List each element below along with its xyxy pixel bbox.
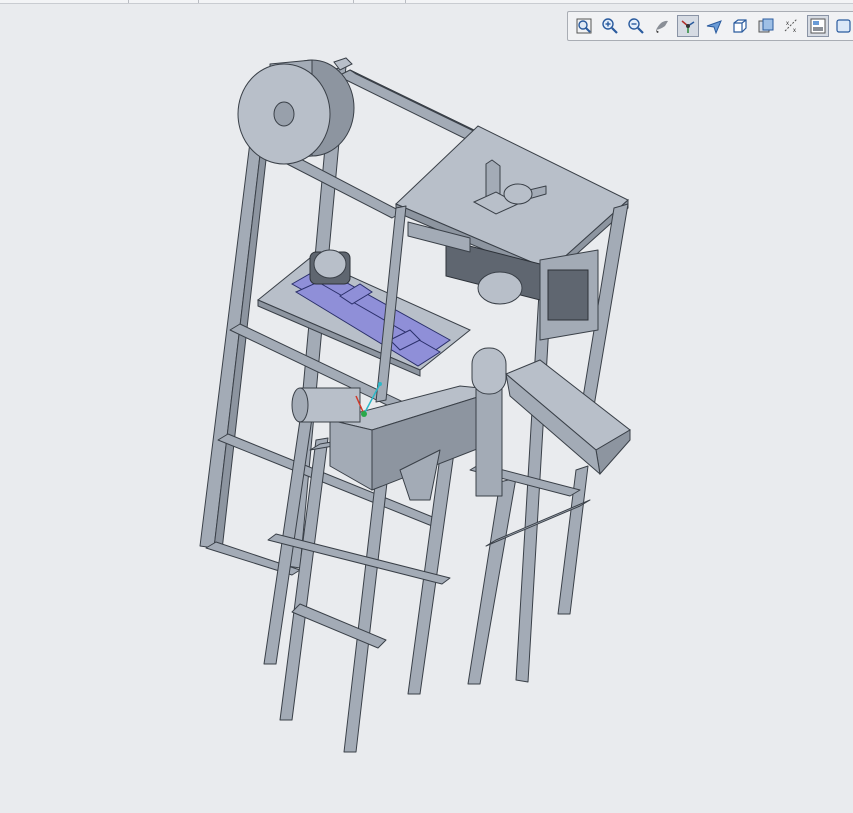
tab-divider [128,0,129,3]
motor-cylinder [291,387,361,423]
output-chute [505,359,631,476]
tab-divider [405,0,406,3]
tab-divider [198,0,199,3]
tab-divider [353,0,354,3]
model-viewport[interactable]: .m { fill: #a3abb6; stroke: #3a4048; str… [0,4,853,813]
machine-model[interactable] [199,57,631,753]
